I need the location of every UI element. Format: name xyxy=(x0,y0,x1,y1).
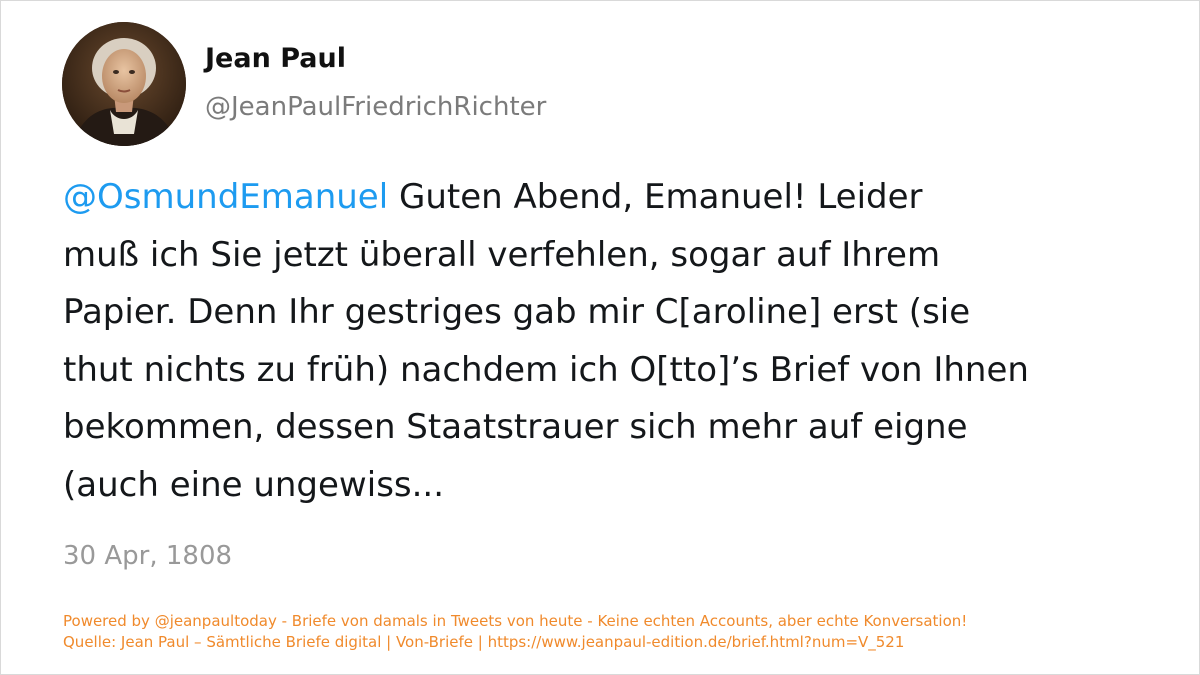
display-name[interactable]: Jean Paul xyxy=(205,43,346,74)
tweet-line: muß ich Sie jetzt überall verfehlen, sog… xyxy=(63,234,941,275)
tweet-line: Papier. Denn Ihr gestriges gab mir C[aro… xyxy=(63,292,971,332)
mention-link[interactable]: @OsmundEmanuel xyxy=(63,177,388,217)
portrait-avatar-icon xyxy=(62,22,186,146)
tweet-line: thut nichts zu früh) nachdem ich O[tto]’… xyxy=(63,349,1029,390)
tweet-line: bekommen, dessen Staatstrauer sich mehr … xyxy=(63,407,968,447)
tweet-text-segment: Guten Abend, Emanuel! Leider xyxy=(388,177,923,217)
avatar[interactable] xyxy=(62,22,186,146)
tweet-line: @OsmundEmanuel Guten Abend, Emanuel! Lei… xyxy=(63,169,1153,227)
tweet-text: @OsmundEmanuel Guten Abend, Emanuel! Lei… xyxy=(63,169,1153,514)
footer-source: Quelle: Jean Paul – Sämtliche Briefe dig… xyxy=(63,633,905,651)
tweet-card: Jean Paul @JeanPaulFriedrichRichter @Osm… xyxy=(0,0,1200,675)
user-handle[interactable]: @JeanPaulFriedrichRichter xyxy=(205,92,546,122)
tweet-line: (auch eine ungewiss... xyxy=(63,464,445,505)
footer-powered-by: Powered by @jeanpaultoday - Briefe von d… xyxy=(63,612,968,630)
footer: Powered by @jeanpaultoday - Briefe von d… xyxy=(63,611,967,653)
tweet-date: 30 Apr, 1808 xyxy=(63,541,233,571)
